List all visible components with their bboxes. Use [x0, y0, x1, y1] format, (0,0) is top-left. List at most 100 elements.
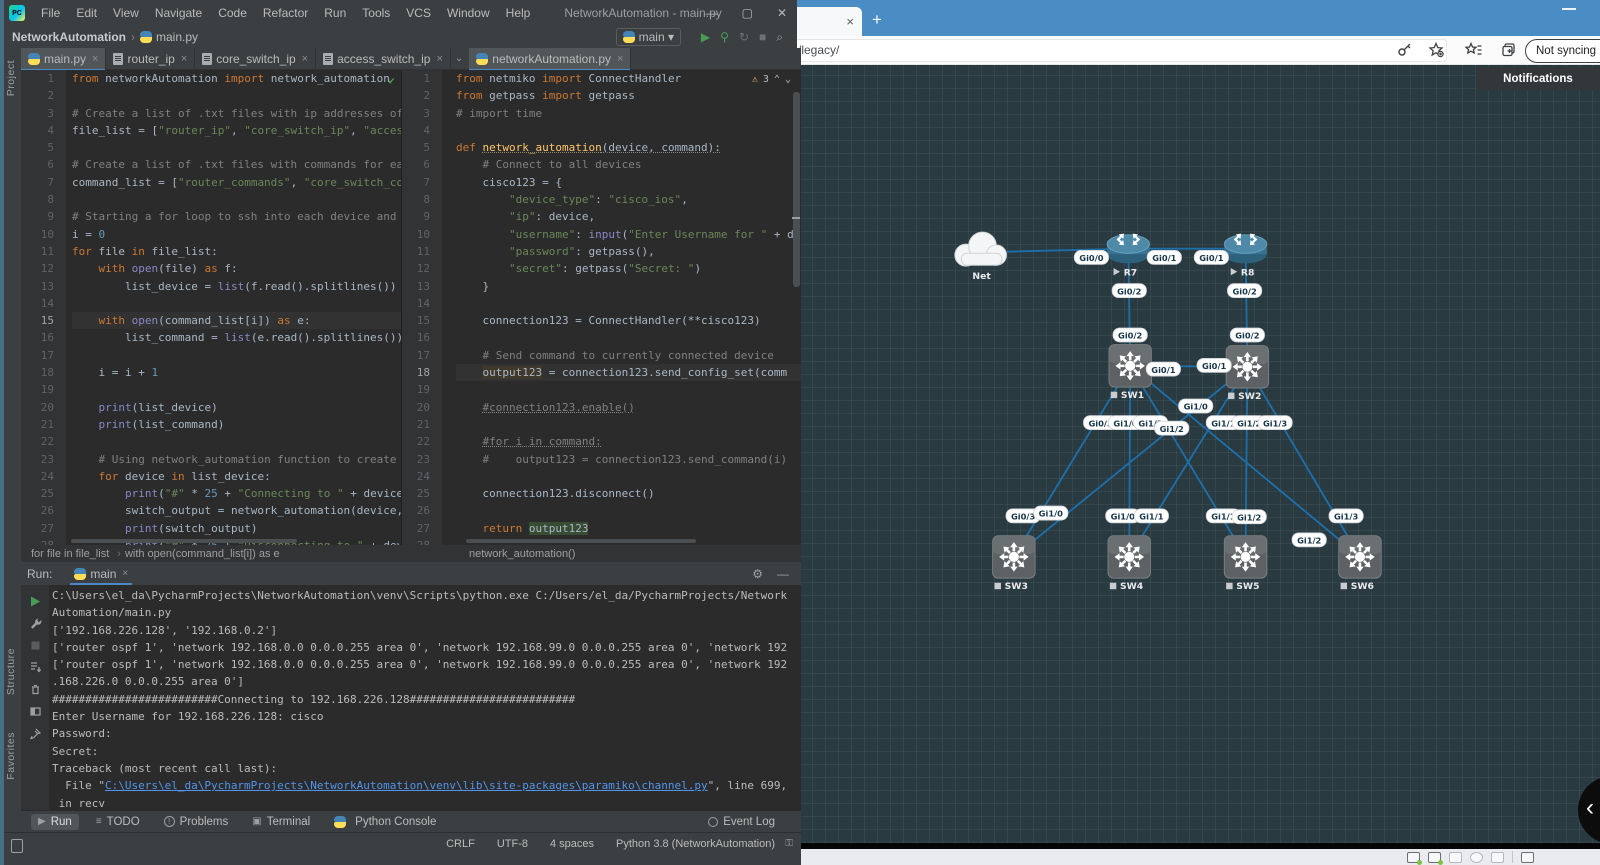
clear-trash-icon[interactable] [29, 683, 42, 696]
tab-networkAutomation-py[interactable]: networkAutomation.py× [469, 48, 631, 70]
menu-tools[interactable]: Tools [354, 6, 398, 20]
crumb-for-loop[interactable]: for file in file_list [31, 548, 109, 560]
code-line[interactable] [456, 381, 801, 398]
toolwindow-python-console[interactable]: Python Console [327, 814, 443, 830]
status-item[interactable]: CRLF [446, 838, 475, 850]
v-scrollbar-right[interactable] [793, 92, 800, 287]
code-line[interactable]: print("#" * 25 + "Connecting to " + devi… [72, 485, 401, 502]
stop-button[interactable]: ■ [759, 30, 766, 44]
maximize-button[interactable]: ▢ [742, 6, 753, 20]
close-icon[interactable]: × [122, 568, 128, 579]
device-sw1[interactable]: SW1 [1109, 345, 1151, 402]
tool-windows-toggle-icon[interactable] [11, 839, 23, 853]
stop-icon[interactable] [29, 639, 42, 652]
close-button[interactable]: ✕ [777, 6, 787, 20]
code-line[interactable]: switch_output = network_automation(devic… [72, 502, 401, 519]
address-bar[interactable] [760, 39, 1447, 62]
scroll-to-end-icon[interactable] [29, 661, 42, 674]
device-r7[interactable]: R7 [1107, 231, 1149, 278]
code-left[interactable]: from networkAutomation import network_au… [72, 70, 401, 545]
code-line[interactable]: #connection123.enable() [456, 399, 801, 416]
code-line[interactable]: # Create a list of .txt files with comma… [72, 156, 401, 173]
browser-minimize-button[interactable] [1562, 8, 1576, 10]
code-line[interactable] [72, 87, 401, 104]
key-icon[interactable] [1396, 41, 1414, 59]
code-line[interactable]: # import time [456, 105, 801, 122]
h-scrollbar-left[interactable] [71, 539, 297, 543]
device-sw6[interactable]: SW6 [1339, 536, 1381, 593]
hidden-tabs-chevron-icon[interactable]: ⌄ [455, 53, 463, 64]
code-line[interactable]: with open(file) as f: [72, 260, 401, 277]
code-line[interactable]: print(list_command) [72, 416, 401, 433]
code-line[interactable]: command_list = ["router_commands", "core… [72, 174, 401, 191]
code-line[interactable] [456, 295, 801, 312]
close-icon[interactable]: × [92, 53, 98, 65]
pin-icon[interactable] [29, 727, 42, 740]
menu-file[interactable]: File [33, 6, 68, 20]
tab-main-py[interactable]: main.py× [21, 48, 106, 70]
browser-titlebar[interactable]: × + [760, 0, 1600, 36]
menu-help[interactable]: Help [498, 6, 539, 20]
topology-diagram[interactable]: Net R7 R8 [760, 65, 1600, 843]
profile-not-syncing-button[interactable]: Not syncing [1525, 39, 1600, 63]
code-line[interactable] [72, 347, 401, 364]
pycharm-titlebar[interactable]: PC FileEditViewNavigateCodeRefactorRunTo… [4, 0, 797, 26]
menu-view[interactable]: View [105, 6, 147, 20]
close-icon[interactable]: × [436, 53, 442, 65]
code-line[interactable]: from getpass import getpass [456, 87, 801, 104]
console-output[interactable]: C:\Users\el_da\PycharmProjects\NetworkAu… [52, 587, 801, 810]
code-line[interactable]: i = i + 1 [72, 364, 401, 381]
toolwindow-problems[interactable]: !Problems [157, 814, 236, 830]
code-line[interactable]: connection123.disconnect() [456, 485, 801, 502]
resize-icon[interactable] [1491, 852, 1504, 863]
code-line[interactable]: def network_automation(device, command): [456, 139, 801, 156]
code-line[interactable]: list_device = list(f.read().splitlines()… [72, 278, 401, 295]
device-sw4[interactable]: SW4 [1108, 536, 1150, 593]
wrench-icon[interactable] [29, 617, 42, 630]
menu-code[interactable]: Code [210, 6, 255, 20]
new-tab-button[interactable]: + [872, 10, 882, 30]
run-button[interactable]: ▶ [701, 30, 710, 44]
status-item[interactable]: UTF-8 [497, 838, 528, 850]
stacktrace-link[interactable]: C:\Users\el_da\PycharmProjects\NetworkAu… [105, 779, 708, 792]
code-line[interactable] [456, 329, 801, 346]
favorites-bar-icon[interactable] [1465, 41, 1483, 59]
code-line[interactable]: file_list = ["router_ip", "core_switch_i… [72, 122, 401, 139]
editor-network-automation-py[interactable]: 1234567891011121314151617181920212223242… [402, 70, 801, 545]
run-tab-main[interactable]: main × [70, 562, 132, 585]
device-sw3[interactable]: SW3 [993, 536, 1035, 593]
browser-tab[interactable]: × [790, 7, 862, 36]
prev-problem-icon[interactable]: ⌃ [774, 74, 780, 85]
code-line[interactable] [456, 468, 801, 485]
menu-window[interactable]: Window [439, 6, 498, 20]
tab-close-icon[interactable]: × [846, 15, 854, 28]
device-sw5[interactable]: SW5 [1224, 536, 1266, 593]
close-icon[interactable]: × [617, 53, 623, 65]
link-sw2-sw6[interactable] [1247, 367, 1360, 557]
close-icon[interactable]: × [302, 53, 308, 65]
code-line[interactable]: "ip": device, [456, 208, 801, 225]
run-console[interactable]: C:\Users\el_da\PycharmProjects\NetworkAu… [21, 585, 801, 810]
breadcrumb-project[interactable]: NetworkAutomation [12, 30, 126, 44]
trash-icon[interactable] [1449, 852, 1462, 863]
code-line[interactable]: for file in file_list: [72, 243, 401, 260]
tool-button-project[interactable]: Project [5, 60, 17, 96]
note-icon[interactable] [1521, 852, 1534, 863]
menu-run[interactable]: Run [316, 6, 354, 20]
gns3-topology-canvas[interactable]: Notifications Net R7 [760, 65, 1600, 843]
tool-button-structure[interactable]: Structure [5, 648, 17, 695]
menu-refactor[interactable]: Refactor [255, 6, 316, 20]
settings-gear-icon[interactable]: ⚙ [752, 567, 763, 581]
search-everywhere-icon[interactable]: ⌕ [776, 30, 783, 45]
toolwindow-todo[interactable]: ≡TODO [89, 814, 147, 830]
code-line[interactable]: with open(command_list[i]) as e: [72, 312, 401, 329]
code-line[interactable]: print(switch_output) [72, 520, 401, 537]
code-line[interactable]: return output123 [456, 520, 801, 537]
minimize-button[interactable]: — [706, 6, 718, 20]
device-r8[interactable]: R8 [1224, 231, 1266, 278]
code-line[interactable]: "username": input("Enter Username for " … [456, 226, 801, 243]
code-line[interactable] [72, 295, 401, 312]
inspection-widget[interactable]: ⚠ 3 ⌃ ⌄ [752, 74, 791, 85]
menu-edit[interactable]: Edit [68, 6, 105, 20]
code-line[interactable]: output123 = connection123.send_config_se… [456, 364, 801, 381]
